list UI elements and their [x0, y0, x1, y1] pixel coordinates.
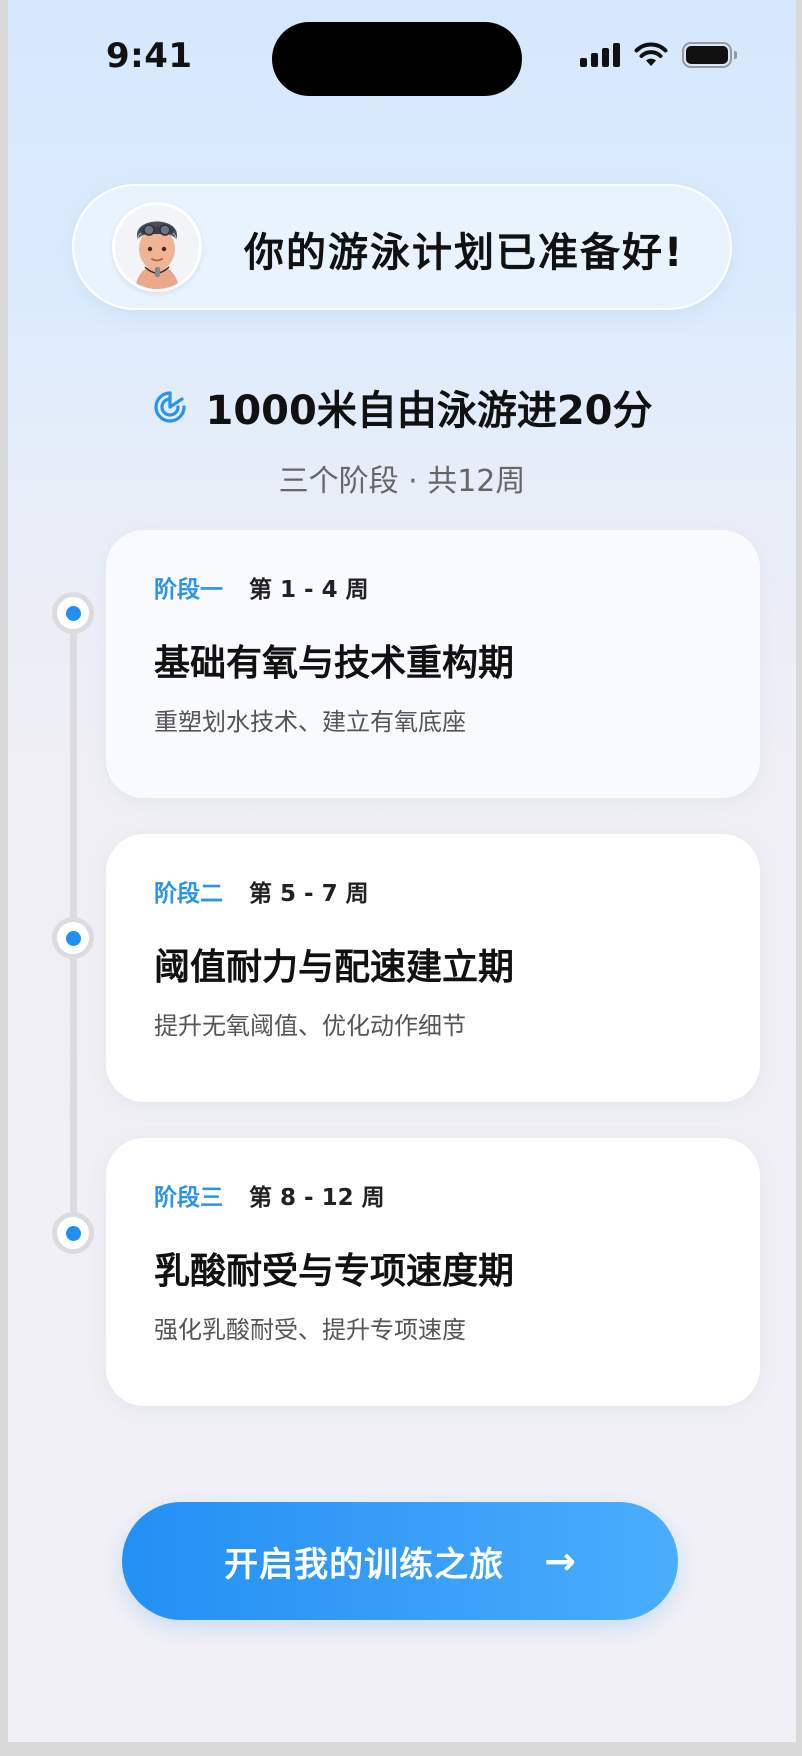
wifi-icon [634, 42, 668, 66]
swimmer-avatar [112, 202, 202, 292]
plan-ready-title: 你的游泳计划已准备好! [244, 230, 685, 276]
stage-label: 阶段二 [154, 881, 223, 907]
goal-row: 1000米自由泳游进20分 [8, 378, 796, 436]
plan-ready-banner: 你的游泳计划已准备好! [72, 184, 732, 310]
stage-meta: 阶段二 第 5 - 7 周 [154, 874, 369, 908]
arrow-right-icon: → [544, 1539, 576, 1583]
phone-screen: 9:41 你的游泳计划已准备好! 1000米自由泳游进20分 三个阶段 · 共1… [8, 0, 796, 1742]
dynamic-island [272, 22, 522, 96]
goal-title: 1000米自由泳游进20分 [205, 388, 653, 434]
timeline-dot-3 [52, 1212, 94, 1254]
status-time: 9:41 [106, 36, 193, 76]
stage-card-3[interactable]: 阶段三 第 8 - 12 周 乳酸耐受与专项速度期 强化乳酸耐受、提升专项速度 [106, 1138, 760, 1406]
stage-label: 阶段三 [154, 1185, 223, 1211]
target-timer-icon [153, 391, 186, 423]
stage-weeks: 第 5 - 7 周 [249, 881, 369, 907]
stage-title: 阈值耐力与配速建立期 [154, 947, 515, 988]
stage-card-1[interactable]: 阶段一 第 1 - 4 周 基础有氧与技术重构期 重塑划水技术、建立有氧底座 [106, 530, 760, 798]
stage-weeks: 第 1 - 4 周 [249, 577, 369, 603]
stage-title: 基础有氧与技术重构期 [154, 643, 515, 684]
status-icons [580, 42, 737, 68]
stage-meta: 阶段三 第 8 - 12 周 [154, 1178, 385, 1212]
battery-icon [682, 42, 737, 68]
start-training-label: 开启我的训练之旅 [224, 1544, 505, 1585]
stage-weeks: 第 8 - 12 周 [249, 1185, 385, 1211]
stage-card-2[interactable]: 阶段二 第 5 - 7 周 阈值耐力与配速建立期 提升无氧阈值、优化动作细节 [106, 834, 760, 1102]
stage-description: 强化乳酸耐受、提升专项速度 [154, 1316, 466, 1344]
goal-subtitle: 三个阶段 · 共12周 [278, 464, 526, 499]
stage-description: 重塑划水技术、建立有氧底座 [154, 708, 466, 736]
timeline-dot-2 [52, 917, 94, 959]
stage-description: 提升无氧阈值、优化动作细节 [154, 1012, 466, 1040]
start-training-button[interactable]: 开启我的训练之旅 → [122, 1502, 678, 1620]
stage-label: 阶段一 [154, 577, 223, 603]
stage-title: 乳酸耐受与专项速度期 [154, 1251, 515, 1292]
cellular-signal-icon [580, 43, 620, 67]
timeline-dot-1 [52, 592, 94, 634]
stage-meta: 阶段一 第 1 - 4 周 [154, 570, 369, 604]
